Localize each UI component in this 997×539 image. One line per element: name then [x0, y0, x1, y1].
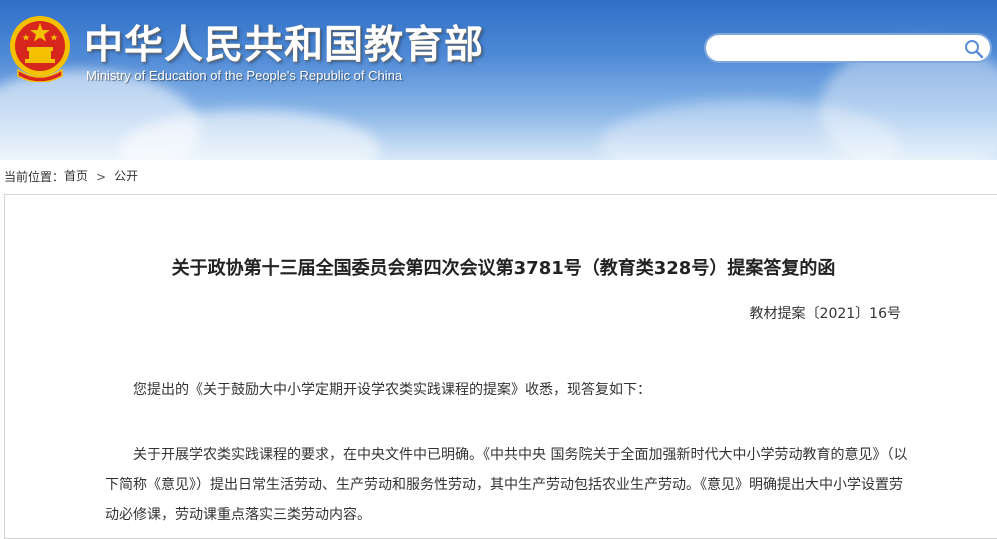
paragraph: 关于开展学农类实践课程的要求，在中央文件中已明确。《中共中央 国务院关于全面加强… [105, 447, 908, 523]
document-title: 关于政协第十三届全国委员会第四次会议第3781号（教育类328号）提案答复的函 [171, 258, 836, 279]
breadcrumb: 当前位置：首页 > 公开 [4, 167, 138, 185]
site-title-english[interactable]: Ministry of Education of the People's Re… [86, 68, 402, 83]
document-number: 教材提案〔2021〕16号 [749, 306, 901, 322]
site-title-chinese[interactable]: 中华人民共和国教育部 [84, 14, 484, 70]
paragraph: 您提出的《关于鼓励大中小学定期开设学农类实践课程的提案》收悉，现答复如下： [133, 382, 651, 398]
search-icon[interactable] [964, 39, 984, 59]
breadcrumb-public-link[interactable]: 公开 [114, 169, 138, 183]
site-header: 中华人民共和国教育部 Ministry of Education of the … [0, 0, 997, 160]
search-box [704, 33, 992, 63]
article-container: 关于政协第十三届全国委员会第四次会议第3781号（教育类328号）提案答复的函 … [4, 194, 997, 539]
search-input[interactable] [718, 39, 962, 61]
national-emblem-icon [10, 16, 70, 82]
chevron-right-icon: > [96, 169, 107, 184]
breadcrumb-prefix: 当前位置： [4, 170, 65, 184]
breadcrumb-home-link[interactable]: 首页 [64, 169, 88, 183]
